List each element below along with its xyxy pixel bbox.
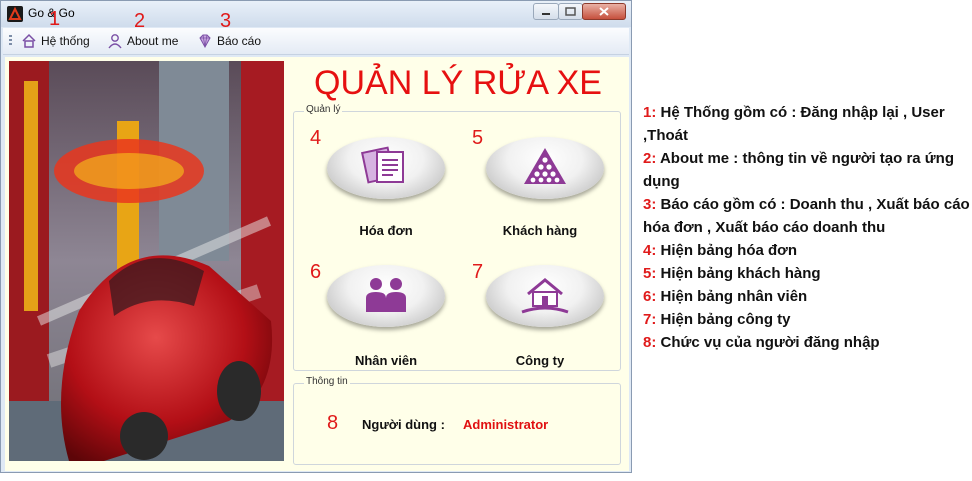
note-item: 8: Chức vụ của người đăng nhập xyxy=(643,334,880,351)
note-item: 5: Hiện bảng khách hàng xyxy=(643,265,821,282)
menu-label: Hệ thống xyxy=(41,34,90,48)
menu-label: About me xyxy=(127,34,179,48)
note-item: 6: Hiện bảng nhân viên xyxy=(643,288,808,305)
group-title: Thông tin xyxy=(304,376,350,387)
info-group: Thông tin xyxy=(293,376,621,465)
app-window: Go & Go Hệ thống About me Báo cáo QUẢN L… xyxy=(0,0,632,473)
marker-2: 2 xyxy=(134,10,146,32)
billiard-balls-icon xyxy=(524,148,566,184)
note-item: 1: Hệ Thống gồm có : Đăng nhập lại , Use… xyxy=(643,104,945,144)
company-tile-label: Công ty xyxy=(515,353,565,368)
employee-tile-label: Nhân viên xyxy=(354,353,418,368)
marker-7: 7 xyxy=(472,261,484,283)
invoice-documents-icon xyxy=(361,146,404,184)
company-house-icon xyxy=(521,278,569,314)
page-heading: QUẢN LÝ RỬA XE xyxy=(314,64,602,102)
legend-notes: 1: Hệ Thống gồm có : Đăng nhập lại , Use… xyxy=(643,101,971,354)
title-bar[interactable]: Go & Go xyxy=(1,1,631,27)
menu-bao-cao[interactable]: Báo cáo xyxy=(197,32,261,50)
minimize-icon xyxy=(542,13,550,15)
menu-label: Báo cáo xyxy=(217,34,262,48)
menu-he-thong[interactable]: Hệ thống xyxy=(21,32,90,50)
invoice-tile-button[interactable] xyxy=(327,137,445,199)
maximize-icon xyxy=(565,7,576,16)
employee-tile-button[interactable] xyxy=(327,265,445,327)
menu-about-me[interactable]: About me xyxy=(107,32,178,50)
note-item: 2: About me : thông tin về người tạo ra … xyxy=(643,150,954,190)
main-panel: QUẢN LÝ RỬA XE Quản lý 4 Hóa đơn 5 Khách… xyxy=(5,57,629,471)
diamond-icon xyxy=(199,34,211,49)
app-logo-icon xyxy=(7,6,23,22)
user-label: Người dùng : xyxy=(362,417,445,432)
marker-4: 4 xyxy=(310,127,322,149)
menu-toolbar: Hệ thống About me Báo cáo xyxy=(3,28,629,55)
note-item: 3: Báo cáo gồm có : Doanh thu , Xuất báo… xyxy=(643,196,970,236)
note-item: 7: Hiện bảng công ty xyxy=(643,311,791,328)
car-wash-image xyxy=(9,61,284,461)
user-icon xyxy=(108,34,122,49)
group-title: Quản lý xyxy=(304,104,343,115)
toolbar-grip[interactable] xyxy=(9,35,12,47)
marker-8: 8 xyxy=(327,412,339,434)
marker-5: 5 xyxy=(472,127,484,149)
maximize-button[interactable] xyxy=(558,3,583,20)
invoice-tile-label: Hóa đơn xyxy=(359,223,413,238)
note-item: 4: Hiện bảng hóa đơn xyxy=(643,242,798,259)
employees-icon xyxy=(366,278,406,312)
marker-1: 1 xyxy=(49,8,61,30)
close-button[interactable] xyxy=(582,3,626,20)
close-icon xyxy=(599,7,609,16)
user-role-value: Administrator xyxy=(463,417,549,432)
company-tile-button[interactable] xyxy=(486,265,604,327)
marker-3: 3 xyxy=(220,10,232,32)
minimize-button[interactable] xyxy=(533,3,559,20)
customer-tile-button[interactable] xyxy=(486,137,604,199)
customer-tile-label: Khách hàng xyxy=(502,223,578,238)
marker-6: 6 xyxy=(310,261,322,283)
home-icon xyxy=(22,33,36,48)
